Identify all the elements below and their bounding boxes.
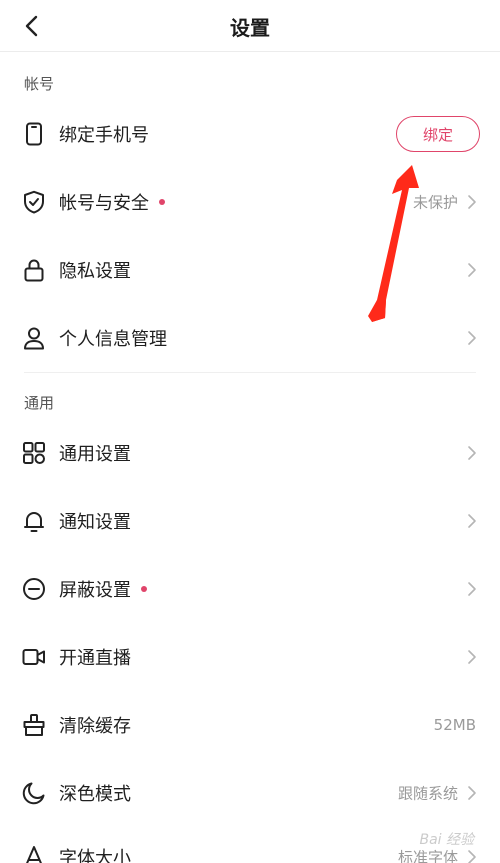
row-label: 个人信息管理 — [59, 329, 167, 350]
row-notifications[interactable]: 通知设置 — [0, 487, 500, 555]
watermark: Bai 经验 — [419, 832, 474, 848]
shield-check-icon — [24, 190, 44, 214]
chevron-right-icon — [468, 446, 476, 460]
row-label-text: 屏蔽设置 — [59, 580, 131, 601]
page-title: 设置 — [230, 16, 270, 40]
row-value: 未保护 — [412, 193, 458, 212]
row-value: 52MB — [433, 716, 476, 734]
row-live-stream[interactable]: 开通直播 — [0, 623, 500, 691]
row-label: 屏蔽设置 — [59, 576, 147, 602]
row-label: 隐私设置 — [59, 261, 131, 282]
row-bind-phone[interactable]: 绑定手机号 绑定 — [0, 100, 500, 168]
row-dark-mode[interactable]: 深色模式 跟随系统 — [0, 759, 500, 827]
chevron-right-icon — [468, 582, 476, 596]
chevron-right-icon — [468, 514, 476, 528]
lock-icon — [24, 259, 44, 282]
broom-icon — [23, 714, 45, 736]
row-block-settings[interactable]: 屏蔽设置 — [0, 555, 500, 623]
row-label: 清除缓存 — [59, 716, 131, 737]
row-personal-info[interactable]: 个人信息管理 — [0, 304, 500, 372]
section-divider — [24, 372, 476, 373]
chevron-right-icon — [468, 650, 476, 664]
chevron-right-icon — [468, 263, 476, 277]
section-title-account: 帐号 — [24, 75, 55, 93]
person-icon — [24, 327, 44, 350]
row-value: 跟随系统 — [397, 784, 458, 803]
row-clear-cache[interactable]: 清除缓存 52MB — [0, 691, 500, 759]
chevron-right-icon — [468, 850, 476, 863]
row-label: 深色模式 — [59, 784, 131, 805]
nav-bar: 设置 — [0, 0, 500, 52]
chevron-right-icon — [468, 786, 476, 800]
video-camera-icon — [22, 649, 45, 665]
font-letter-icon — [26, 846, 42, 863]
row-label: 开通直播 — [59, 648, 131, 669]
bell-icon — [24, 512, 44, 532]
row-label: 帐号与安全 — [59, 189, 165, 215]
grid-icon — [23, 442, 45, 464]
chevron-right-icon — [468, 195, 476, 209]
notification-dot — [159, 199, 165, 205]
row-general-settings[interactable]: 通用设置 — [0, 419, 500, 487]
row-label: 通用设置 — [59, 444, 131, 465]
row-label: 字体大小 — [59, 848, 131, 863]
moon-icon — [22, 782, 45, 805]
row-account-security[interactable]: 帐号与安全 未保护 — [0, 168, 500, 236]
row-label-text: 帐号与安全 — [59, 193, 149, 214]
chevron-right-icon — [468, 331, 476, 345]
notification-dot — [141, 586, 147, 592]
row-privacy[interactable]: 隐私设置 — [0, 236, 500, 304]
minus-circle-icon — [23, 578, 45, 600]
row-label: 绑定手机号 — [59, 125, 149, 146]
row-label: 通知设置 — [59, 512, 131, 533]
phone-icon — [26, 122, 42, 146]
section-title-general: 通用 — [24, 394, 55, 412]
bind-button[interactable]: 绑定 — [396, 116, 480, 152]
